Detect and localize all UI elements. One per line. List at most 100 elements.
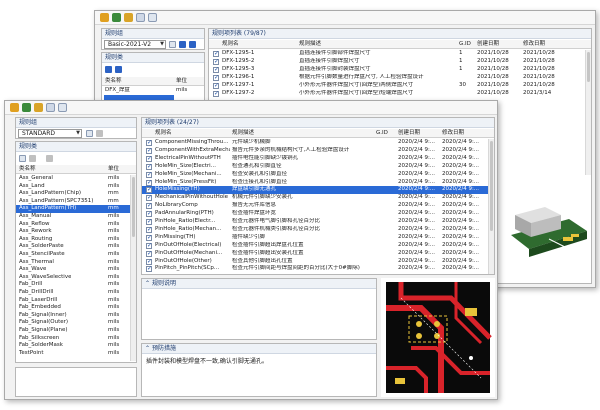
list-item[interactable]: Fab_LaserDrill mils bbox=[16, 297, 130, 305]
row-checkbox[interactable] bbox=[146, 202, 152, 210]
list-item[interactable]: Fab_SolderMask mils bbox=[16, 342, 130, 350]
scroll-thumb[interactable] bbox=[587, 52, 590, 82]
table-row[interactable]: HoleMin_Size(Mechani... 检查安装孔和引脚直径 2020/2/… bbox=[142, 171, 488, 178]
copy-icon[interactable] bbox=[169, 41, 176, 48]
remove-icon[interactable] bbox=[46, 155, 53, 162]
list-item[interactable]: Ass_LandPattern(SPC7351) mm bbox=[16, 198, 130, 206]
row-checkbox[interactable] bbox=[146, 155, 152, 162]
add-icon[interactable] bbox=[105, 66, 112, 73]
table-row[interactable]: PinPitch_PinPitch(SCp... 检查元件引脚间距与焊盘间距的百分… bbox=[142, 265, 488, 273]
row-checkbox[interactable] bbox=[213, 66, 219, 74]
users-icon[interactable] bbox=[112, 13, 121, 22]
table-row[interactable]: DFX-1295-2 直插连接件引脚焊盘尺寸 1 2021/10/28 2021/10/… bbox=[209, 58, 585, 66]
list-item[interactable]: Fab_Drill mils bbox=[16, 281, 130, 289]
document-icon[interactable] bbox=[136, 13, 145, 22]
add-user-icon[interactable] bbox=[10, 103, 19, 112]
row-checkbox[interactable] bbox=[146, 163, 152, 170]
table-row[interactable]: DFX-1297-2 小外形元件器件焊盘尺寸(回焊型)短端焊盘尺寸 2021/10/… bbox=[209, 90, 585, 98]
table-row[interactable]: PinOutOfHole(Other) 检查其他引脚超出孔位置 2020/2/4 9… bbox=[142, 258, 488, 265]
table-row[interactable]: ComponentMissingThrou...元件缺少机械脚 2020/2/4 … bbox=[142, 139, 488, 147]
collapse-icon[interactable]: ⌃ bbox=[145, 345, 152, 352]
add-user-icon[interactable] bbox=[100, 13, 109, 22]
list-item[interactable]: TestPoint mils bbox=[16, 350, 130, 358]
row-checkbox[interactable] bbox=[213, 74, 219, 82]
row-checkbox[interactable] bbox=[146, 226, 152, 233]
table-row[interactable]: HoleMissing(TH) 焊盘缺引脚无通孔 2020/2/4 9:... 202… bbox=[142, 186, 488, 194]
list-item[interactable]: Ass_Reflow mils bbox=[16, 221, 130, 229]
row-checkbox[interactable] bbox=[146, 234, 152, 241]
table-row[interactable]: ComponentWithExtraMechani...报告元件多余的机械结构尺… bbox=[142, 147, 488, 154]
table-row[interactable]: MechanicalPinWithoutHole机械元件引脚缺少安装孔 2020/… bbox=[142, 194, 488, 202]
users-icon[interactable] bbox=[22, 103, 31, 112]
row-checkbox[interactable] bbox=[213, 82, 219, 90]
copy-icon[interactable] bbox=[148, 13, 157, 22]
list-item[interactable]: Fab_Signal(Inner) mils bbox=[16, 312, 130, 320]
table-row[interactable]: PinHole_Ratio(Electr... 检查元器件电气脚引脚和孔径百分比 2… bbox=[142, 218, 488, 226]
row-checkbox[interactable] bbox=[146, 194, 152, 202]
back-rule-group-select[interactable]: Basic-2021-V2 ▼ bbox=[104, 40, 166, 49]
document-icon[interactable] bbox=[46, 103, 55, 112]
table-row[interactable]: PinHole_Ratio(Mechan... 检查元器件机械类引脚和孔径百分比 2… bbox=[142, 226, 488, 233]
list-item[interactable]: Ass_Manual mils bbox=[16, 213, 130, 221]
list-item[interactable]: Fab_Signal(Plane) mils bbox=[16, 327, 130, 335]
key-icon[interactable] bbox=[34, 103, 43, 112]
table-row[interactable]: DFX-1296-1 根据元件引脚数量进行焊盘尺寸, 人工检验焊盘设计 2021/1… bbox=[209, 74, 585, 82]
fix-suggestion-text[interactable]: 插件封装和模型焊盘不一致,确认引脚无通孔。 bbox=[142, 354, 376, 367]
table-row[interactable]: PinMissing(TH) 插件缺少引脚 2020/2/4 9:... 2020/2… bbox=[142, 234, 488, 241]
add-icon[interactable] bbox=[179, 41, 186, 48]
rule-description-text[interactable] bbox=[142, 289, 376, 293]
list-item[interactable]: Ass_Routing mils bbox=[16, 236, 130, 244]
scroll-thumb[interactable] bbox=[490, 141, 493, 231]
front-list-scrollbar[interactable] bbox=[488, 139, 494, 274]
front-rule-group-select[interactable]: STANDARD ▼ bbox=[18, 129, 82, 138]
table-row[interactable]: DFX-1295-3 直插连接件引脚封装焊盘尺寸 1 2021/10/28 2021/1… bbox=[209, 66, 585, 74]
list-item[interactable]: DFX_焊盘 mils bbox=[102, 87, 204, 95]
table-row[interactable]: HoleMin_Size(PressFit) 检查压接孔和引脚直径 2020/2/4… bbox=[142, 179, 488, 186]
list-item[interactable]: Ass_StencilPaste mils bbox=[16, 251, 130, 259]
table-row[interactable]: DFX-1297-1 小外形元件器件焊盘尺寸(回焊型)两侧焊盘尺寸 30 2021/1… bbox=[209, 82, 585, 90]
copy-icon[interactable] bbox=[86, 130, 93, 137]
row-checkbox[interactable] bbox=[213, 58, 219, 66]
list-item[interactable]: Ass_LandPattern(TH) mm bbox=[16, 205, 130, 213]
row-checkbox[interactable] bbox=[146, 258, 152, 265]
key-icon[interactable] bbox=[124, 13, 133, 22]
table-row[interactable]: NoLibraryComp 报告无元件库信息 2020/2/4 9:... 2020/… bbox=[142, 202, 488, 210]
table-row[interactable]: PinOutOfHole(Electrical) 检查插件引脚超出焊盘孔位置 202… bbox=[142, 242, 488, 249]
row-checkbox[interactable] bbox=[146, 186, 152, 194]
list-item[interactable]: Ass_Wave mils bbox=[16, 266, 130, 274]
row-checkbox[interactable] bbox=[146, 265, 152, 273]
table-row[interactable]: PadAnnularRing(PTH) 检查插件焊盘环宽 2020/2/4 9:..… bbox=[142, 210, 488, 218]
table-row[interactable]: PinOutOfHole(Mechani... 检查插件引脚超出安装孔位置 2020… bbox=[142, 250, 488, 257]
row-checkbox[interactable] bbox=[146, 210, 152, 218]
back-list-scrollbar[interactable] bbox=[585, 50, 591, 175]
row-checkbox[interactable] bbox=[146, 139, 152, 147]
row-checkbox[interactable] bbox=[146, 147, 152, 154]
list-item[interactable]: Fab_DrillDrill mils bbox=[16, 289, 130, 297]
add-icon[interactable] bbox=[29, 155, 36, 162]
row-checkbox[interactable] bbox=[213, 90, 219, 98]
collapse-icon[interactable]: ⌃ bbox=[145, 280, 152, 287]
list-item[interactable]: Fab_Embedded mils bbox=[16, 304, 130, 312]
remove-icon[interactable] bbox=[96, 130, 103, 137]
row-checkbox[interactable] bbox=[213, 50, 219, 58]
copy-icon[interactable] bbox=[19, 155, 26, 162]
list-item[interactable]: Fab_Signal(Outer) mils bbox=[16, 319, 130, 327]
list-item[interactable]: Ass_WaveSelective mils bbox=[16, 274, 130, 282]
scroll-thumb[interactable] bbox=[132, 177, 135, 237]
row-checkbox[interactable] bbox=[146, 242, 152, 249]
table-row[interactable]: DFX-1295-1 直插连接件引脚部件焊盘尺寸 1 2021/10/28 2021/1… bbox=[209, 50, 585, 58]
list-item[interactable]: Ass_SolderPaste mils bbox=[16, 243, 130, 251]
remove-icon[interactable] bbox=[115, 66, 122, 73]
row-checkbox[interactable] bbox=[146, 250, 152, 257]
list-item[interactable]: Fab_Silkscreen mils bbox=[16, 335, 130, 343]
list-item[interactable]: Ass_Rework mils bbox=[16, 228, 130, 236]
copy-icon[interactable] bbox=[58, 103, 67, 112]
row-checkbox[interactable] bbox=[146, 171, 152, 178]
row-checkbox[interactable] bbox=[146, 218, 152, 226]
table-row[interactable]: ElectricalPinWithoutPTH 插件电性能引脚缺少镀铜孔 2020/… bbox=[142, 155, 488, 162]
type-list-scrollbar[interactable] bbox=[130, 175, 136, 361]
list-item[interactable]: Ass_Land mils bbox=[16, 183, 130, 191]
row-checkbox[interactable] bbox=[146, 179, 152, 186]
list-item[interactable]: Ass_General mils bbox=[16, 175, 130, 183]
remove-icon[interactable] bbox=[189, 41, 196, 48]
